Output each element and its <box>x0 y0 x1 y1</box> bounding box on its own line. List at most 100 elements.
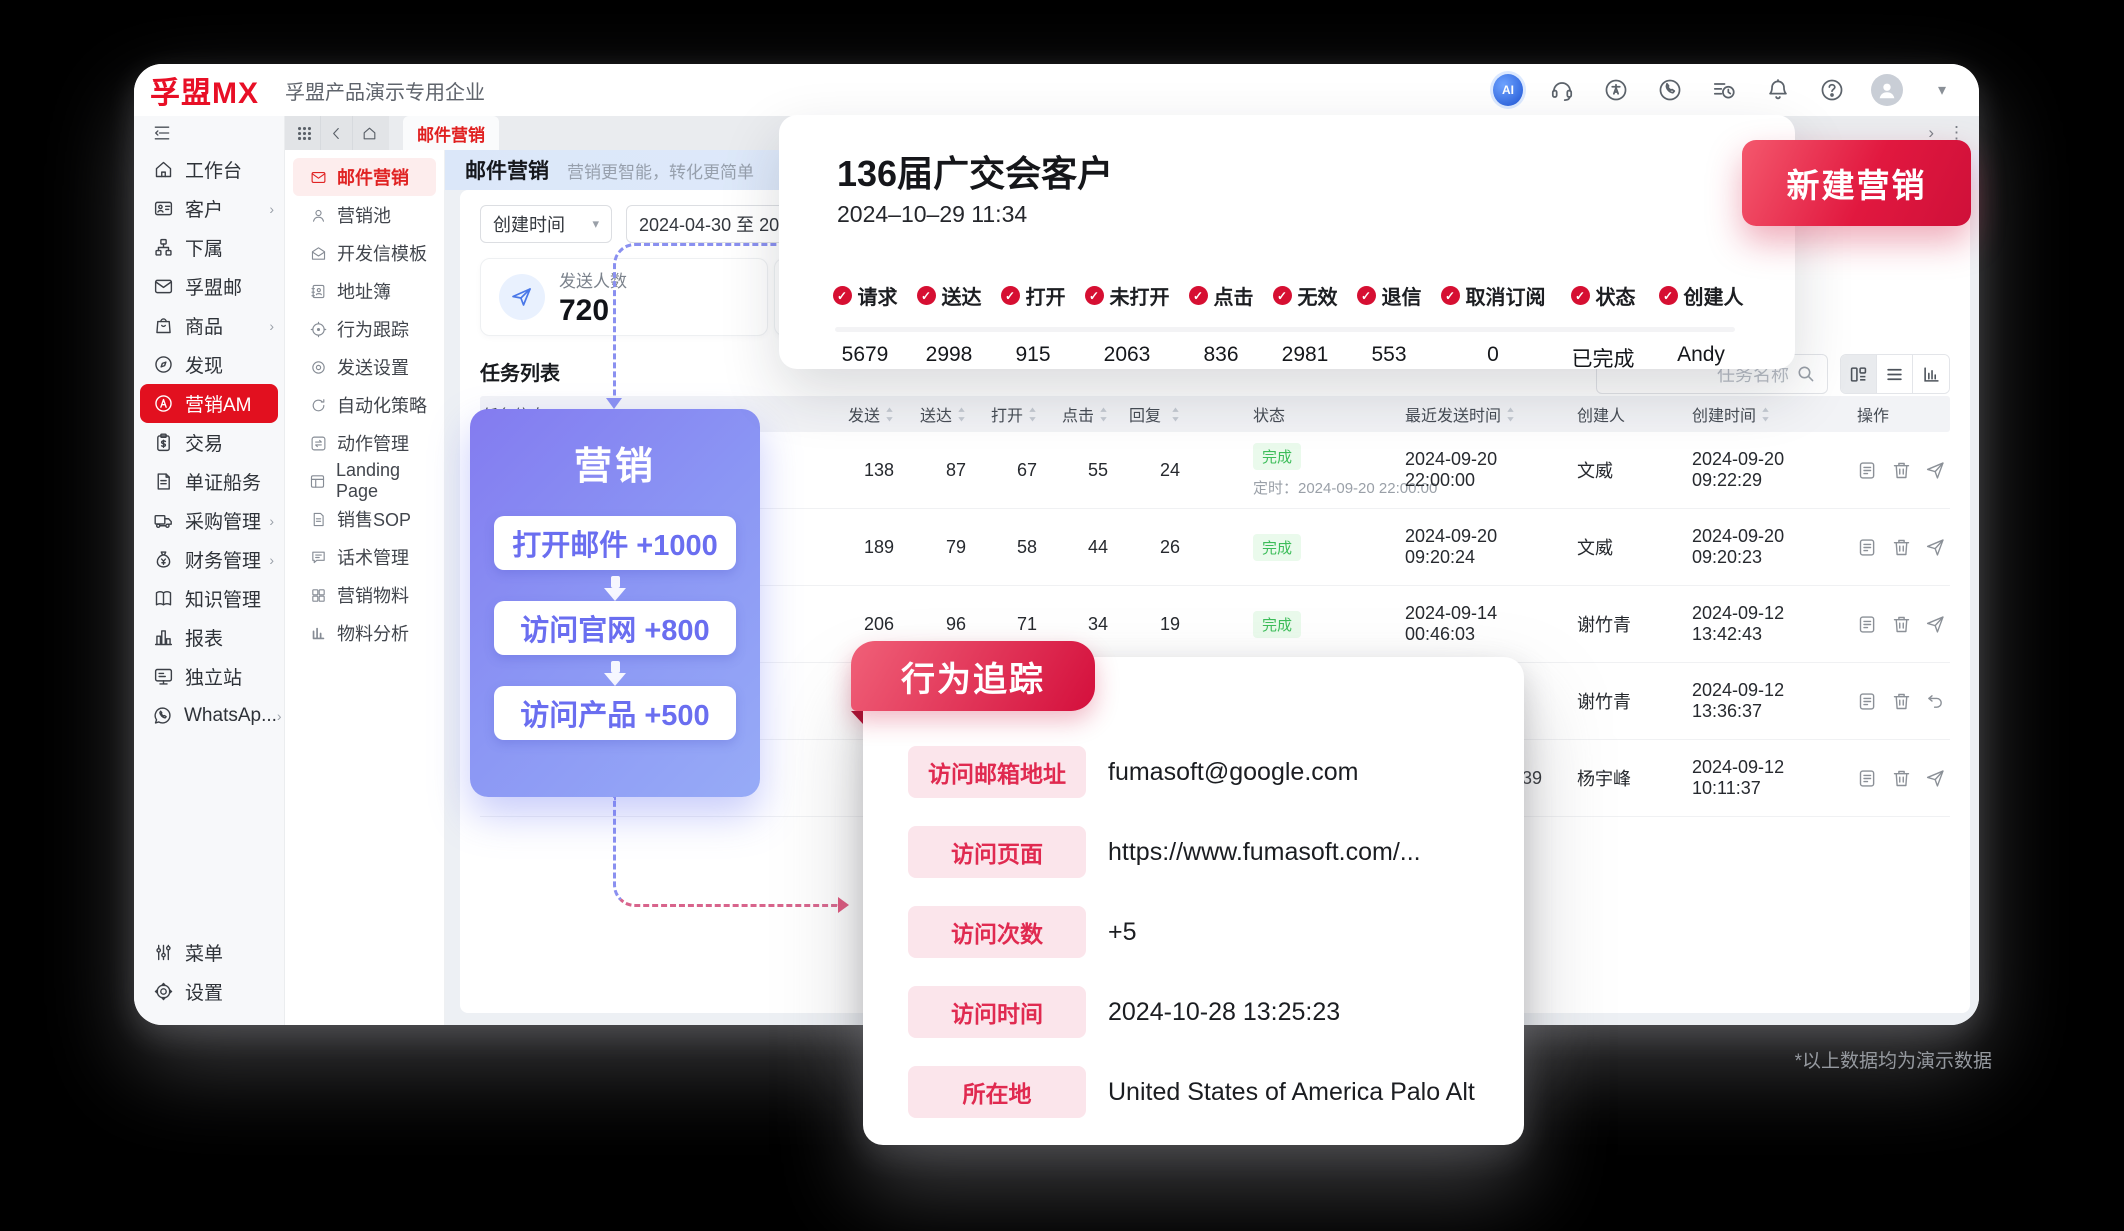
doc-op-button[interactable] <box>1857 460 1878 481</box>
col-header-6[interactable]: 状态 <box>1198 402 1390 426</box>
sidebar-item-14[interactable]: WhatsAp... › <box>134 696 284 735</box>
submenu-item-7[interactable]: 动作管理 <box>293 424 436 462</box>
doc-op-button[interactable] <box>1857 537 1878 558</box>
sidebar-item-4[interactable]: 商品 › <box>134 306 284 345</box>
col-header-1[interactable]: 发送 <box>840 402 912 426</box>
col-header-4[interactable]: 点击 <box>1055 402 1126 426</box>
bag-icon <box>152 315 174 337</box>
sidebar-item-10[interactable]: 财务管理 › <box>134 540 284 579</box>
sidebar-item-label: 设置 <box>185 978 223 1005</box>
sidebar-item-label: 知识管理 <box>185 585 261 612</box>
submenu-item-2[interactable]: 开发信模板 <box>293 234 436 272</box>
sidebar-item-3[interactable]: 孚盟邮 <box>134 267 284 306</box>
headset-button[interactable] <box>1547 75 1577 105</box>
tab-email-marketing[interactable]: 邮件营销 <box>403 116 499 150</box>
col-header-2[interactable]: 送达 <box>912 402 984 426</box>
sidebar-item-2[interactable]: 下属 <box>134 228 284 267</box>
submenu-item-8[interactable]: Landing Page <box>293 462 436 500</box>
submenu-item-3[interactable]: 地址簿 <box>293 272 436 310</box>
home-button[interactable] <box>353 116 385 150</box>
check-icon: ✓ <box>1571 286 1590 305</box>
new-campaign-button[interactable]: 新建营销 <box>1742 140 1971 226</box>
view-list-button[interactable] <box>1877 355 1913 393</box>
sidebar-item-label: WhatsAp... <box>184 705 277 727</box>
translate-button[interactable] <box>1601 75 1631 105</box>
send-op-button[interactable] <box>1925 460 1946 481</box>
popup-stat-label-2: ✓打开 <box>1001 281 1066 310</box>
sidebar-item-5[interactable]: 发现 <box>134 345 284 384</box>
col-header-5[interactable]: 回复 <box>1126 402 1198 426</box>
tab-tools <box>285 116 389 150</box>
app-grid-button[interactable] <box>289 116 321 150</box>
submenu-item-label: 营销池 <box>337 202 391 228</box>
doc-op-button[interactable] <box>1857 768 1878 789</box>
cell-status: 完成定时：2024-09-20 22:00:00 <box>1198 443 1390 498</box>
sort-icon <box>1506 407 1515 422</box>
trash-button[interactable] <box>1891 460 1912 481</box>
whatsapp-circle-button[interactable] <box>1655 75 1685 105</box>
campaign-stats-popup: 136届广交会客户 2024–10–29 11:34 ✓请求 ✓送达 ✓打开 ✓… <box>779 115 1795 369</box>
submenu-item-1[interactable]: 营销池 <box>293 196 436 234</box>
sidebar-item-13[interactable]: 独立站 <box>134 657 284 696</box>
time-field-select[interactable]: 创建时间 ▾ <box>480 205 612 243</box>
send-op-button[interactable] <box>1925 768 1946 789</box>
send-op-button[interactable] <box>1925 614 1946 635</box>
sidebar-item-6[interactable]: 营销AM <box>140 384 278 423</box>
col-header-9[interactable]: 创建时间 <box>1677 402 1847 426</box>
submenu-item-6[interactable]: 自动化策略 <box>293 386 436 424</box>
sort-icon <box>1761 407 1770 422</box>
gear-icon <box>152 981 174 1003</box>
sidebar-bottom-item-1[interactable]: 设置 <box>134 972 284 1011</box>
sidebar-item-11[interactable]: 知识管理 <box>134 579 284 618</box>
cell-operations <box>1847 691 1950 712</box>
sidebar-item-0[interactable]: 工作台 <box>134 150 284 189</box>
whatsapp-icon <box>152 705 173 727</box>
view-chart-button[interactable] <box>1913 355 1949 393</box>
sidebar-item-1[interactable]: 客户 › <box>134 189 284 228</box>
sidebar-item-9[interactable]: 采购管理 › <box>134 501 284 540</box>
trash-button[interactable] <box>1891 614 1912 635</box>
cell-last-sent: 2024-09-20 09:20:24 <box>1390 526 1562 568</box>
bell-button[interactable] <box>1763 75 1793 105</box>
submenu-item-12[interactable]: 物料分析 <box>293 614 436 652</box>
sidebar-item-7[interactable]: 交易 <box>134 423 284 462</box>
sidebar-item-12[interactable]: 报表 <box>134 618 284 657</box>
popup-stat-labels: ✓请求 ✓送达 ✓打开 ✓未打开 ✓点击 ✓无效 ✓退信 ✓取消订阅 ✓状态 ✓… <box>827 281 1747 310</box>
trash-button[interactable] <box>1891 691 1912 712</box>
view-card-button[interactable] <box>1841 355 1877 393</box>
doc-op-button[interactable] <box>1857 614 1878 635</box>
back-button[interactable] <box>321 116 353 150</box>
submenu-item-4[interactable]: 行为跟踪 <box>293 310 436 348</box>
submenu-item-10[interactable]: 话术管理 <box>293 538 436 576</box>
doc-op-button[interactable] <box>1857 691 1878 712</box>
col-header-7[interactable]: 最近发送时间 <box>1390 402 1562 426</box>
help-button[interactable] <box>1817 75 1847 105</box>
submenu-item-9[interactable]: 销售SOP <box>293 500 436 538</box>
sidebar-item-label: 报表 <box>185 624 223 651</box>
account-menu-button[interactable]: ▾ <box>1927 75 1957 105</box>
popup-stat-label-9: ✓创建人 <box>1659 281 1744 310</box>
sidebar-bottom-item-0[interactable]: 菜单 <box>134 933 284 972</box>
check-icon: ✓ <box>833 286 852 305</box>
send-op-button[interactable] <box>1925 537 1946 558</box>
flow-step-2: 访问产品 +500 <box>494 686 736 740</box>
ai-assistant-button[interactable]: AI <box>1493 75 1523 105</box>
col-header-label: 送达 <box>920 402 952 426</box>
submenu-item-5[interactable]: 发送设置 <box>293 348 436 386</box>
trash-button[interactable] <box>1891 768 1912 789</box>
undo-button[interactable] <box>1925 691 1946 712</box>
sidebar-item-8[interactable]: 单证船务 <box>134 462 284 501</box>
user-avatar[interactable] <box>1871 74 1903 106</box>
submenu-item-label: 自动化策略 <box>337 392 427 418</box>
col-header-label: 点击 <box>1062 402 1094 426</box>
cell-click: 44 <box>1055 537 1126 558</box>
col-header-3[interactable]: 打开 <box>984 402 1055 426</box>
history-button[interactable] <box>1709 75 1739 105</box>
submenu-item-0[interactable]: 邮件营销 <box>293 158 436 196</box>
trash-button[interactable] <box>1891 537 1912 558</box>
report-icon <box>152 627 174 649</box>
sidebar-item-label: 孚盟邮 <box>185 273 242 300</box>
sidebar-collapse-button[interactable] <box>134 116 284 150</box>
tracking-row-3: 访问时间 2024-10-28 13:25:23 <box>908 986 1494 1038</box>
submenu-item-11[interactable]: 营销物料 <box>293 576 436 614</box>
